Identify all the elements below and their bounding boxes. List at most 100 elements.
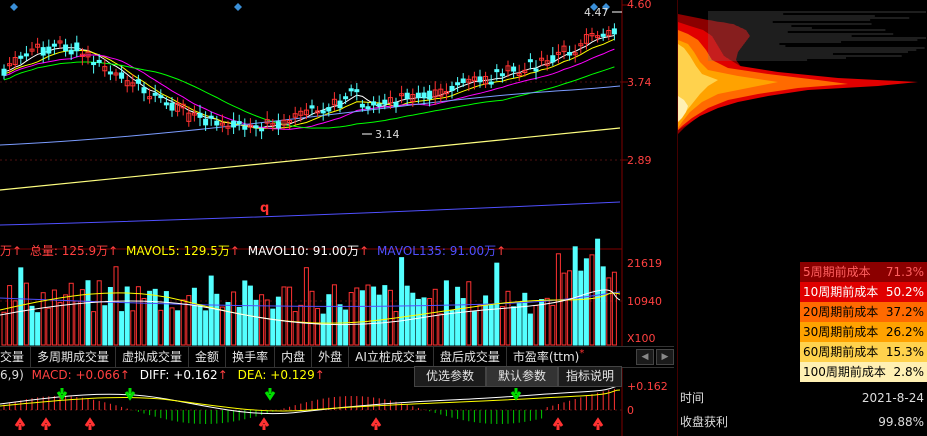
candle-body (460, 78, 466, 84)
volume-bar (460, 298, 466, 346)
volume-bar (203, 310, 209, 346)
ma-line (3, 38, 615, 129)
sell-arrow-icon (124, 388, 136, 401)
volume-axis-mid: 10940 (627, 295, 662, 308)
price-axis-top: 4.60 (627, 0, 652, 11)
tab-pe-ttm[interactable]: 市盈率(ttm)* (507, 347, 590, 367)
tab-outer-disk[interactable]: 外盘 (312, 347, 350, 367)
cost-label: 100周期前成本 (803, 365, 886, 379)
mavol5-label: MAVOL5: (126, 244, 180, 258)
candle-body (455, 82, 461, 86)
scroll-right-icon[interactable]: ▶ (656, 349, 674, 365)
volume-bar (471, 311, 477, 346)
up-arrow-icon: ↑ (229, 244, 240, 258)
cost-row-20: 20周期前成本 37.2% (800, 302, 927, 322)
candle-body (107, 71, 113, 75)
volume-bar (7, 285, 13, 346)
macd-label: MACD: (31, 368, 72, 382)
volume-bar (102, 305, 108, 346)
candle-body (119, 72, 125, 79)
volume-bar (298, 304, 304, 346)
volume-bar (600, 266, 606, 346)
mavol5-value: 129.5万 (183, 244, 230, 258)
volume-bar (259, 294, 265, 346)
candle-body (365, 106, 371, 110)
buy-arrow-icon (258, 417, 270, 430)
up-arrow-icon: ↑ (108, 244, 119, 258)
volume-bar (348, 292, 354, 346)
volume-bar (589, 254, 595, 346)
candle-body (354, 89, 360, 93)
optimize-params-button[interactable]: 优选参数 (414, 366, 486, 387)
tab-inner-disk[interactable]: 内盘 (275, 347, 313, 367)
tab-turnover[interactable]: 换手率 (226, 347, 276, 367)
volume-bar (270, 308, 276, 346)
tab-volume[interactable]: 交量 (0, 347, 32, 367)
candle-body (499, 73, 505, 77)
sell-arrow-icon (56, 388, 68, 401)
cost-label: 30周期前成本 (803, 325, 879, 339)
tab-ai-volume[interactable]: AI立桩成交量 (349, 347, 434, 367)
candle-body (152, 92, 158, 96)
buy-arrow-icon (40, 417, 52, 430)
volume-bar (404, 285, 410, 346)
candle-body (91, 62, 97, 66)
up-arrow-icon: ↑ (119, 368, 130, 382)
volume-bar (371, 286, 377, 346)
mavol10-value: 91.00万 (312, 244, 360, 258)
volume-bar (343, 309, 349, 346)
candle-body (533, 68, 539, 72)
tab-multi-period-volume[interactable]: 多周期成交量 (31, 347, 117, 367)
volume-bar (533, 304, 539, 346)
candle-body (393, 101, 399, 107)
volume-bar (483, 295, 489, 346)
macd-params: 6,9) (0, 368, 24, 382)
volume-bar (281, 286, 287, 346)
volume-bar (147, 290, 153, 346)
up-arrow-icon: ↑ (496, 244, 507, 258)
candle-body (427, 90, 433, 100)
volume-bar (169, 307, 175, 346)
volume-bar (572, 246, 578, 346)
candle-body (236, 121, 242, 125)
volume-bar (124, 286, 130, 346)
candle-body (96, 59, 102, 63)
sell-arrow-icon (510, 388, 522, 401)
candle-body (600, 33, 606, 37)
volume-bar (516, 301, 522, 346)
event-marker-icon[interactable] (234, 3, 242, 11)
indicator-help-button[interactable]: 指标说明 (558, 366, 622, 387)
candle-body (550, 55, 556, 63)
volume-bar (393, 311, 399, 346)
volume-bar (208, 275, 214, 346)
candle-body (231, 120, 237, 128)
volume-bar (163, 291, 169, 346)
candle-body (242, 126, 248, 130)
macd-axis-zero: 0 (627, 404, 634, 417)
scroll-left-icon[interactable]: ◀ (636, 349, 654, 365)
volume-bar (12, 300, 18, 346)
default-params-button[interactable]: 默认参数 (486, 366, 558, 387)
up-arrow-icon: ↑ (359, 244, 370, 258)
volume-bar (141, 298, 147, 346)
volume-bar (567, 270, 573, 346)
tab-virtual-volume[interactable]: 虚拟成交量 (116, 347, 190, 367)
candle-body (611, 28, 617, 35)
candle-body (421, 92, 427, 99)
volume-bar (415, 298, 421, 346)
candle-body (163, 102, 169, 106)
indicator-tab-bar: 交量 多周期成交量 虚拟成交量 金额 换手率 内盘 外盘 AI立桩成交量 盘后成… (0, 346, 674, 368)
buy-arrow-icon (592, 417, 604, 430)
chip-distribution-lines (708, 11, 926, 61)
total-volume-label: 总量: (29, 244, 58, 258)
tab-after-hours-volume[interactable]: 盘后成交量 (434, 347, 507, 367)
candle-body (158, 95, 164, 99)
volume-bar (130, 310, 136, 346)
tab-amount[interactable]: 金额 (189, 347, 227, 367)
cost-value: 15.3% (885, 345, 924, 359)
candle-body (488, 81, 494, 85)
tab-scroll-controls: ◀ ▶ (636, 347, 674, 367)
mavol10-label: MAVOL10: (247, 244, 309, 258)
event-marker-icon[interactable] (10, 3, 18, 11)
dea-label: DEA: (237, 368, 267, 382)
